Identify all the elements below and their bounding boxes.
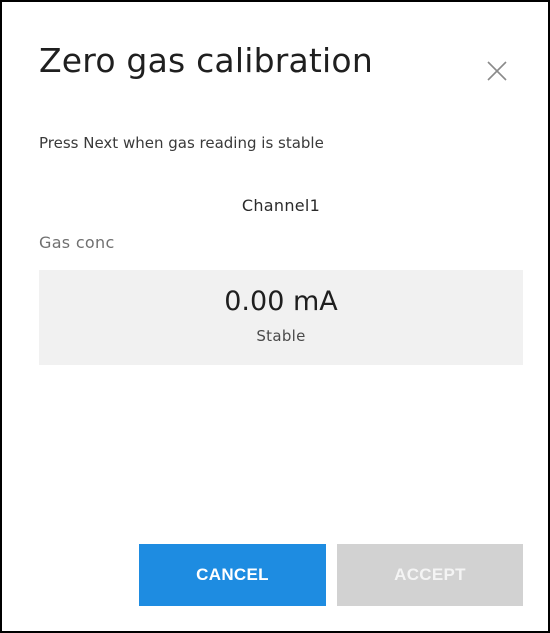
reading-status: Stable <box>256 327 306 345</box>
reading-value: 0.00 mA <box>224 286 338 317</box>
dialog-title: Zero gas calibration <box>39 41 373 80</box>
channel-name: Channel1 <box>241 196 321 215</box>
cancel-button[interactable]: CANCEL <box>139 544 326 606</box>
measurement-label: Gas conc <box>39 233 115 252</box>
instruction-text: Press Next when gas reading is stable <box>39 134 324 152</box>
close-button[interactable] <box>480 54 514 88</box>
close-icon <box>487 61 507 81</box>
calibration-dialog: Zero gas calibration Press Next when gas… <box>0 0 550 633</box>
accept-button[interactable]: ACCEPT <box>337 544 523 606</box>
reading-panel: 0.00 mA Stable <box>39 270 523 365</box>
